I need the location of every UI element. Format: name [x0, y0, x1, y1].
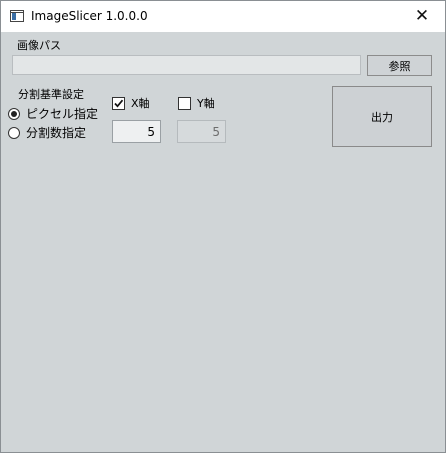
close-button[interactable]: ✕: [399, 1, 445, 32]
title-bar[interactable]: ImageSlicer 1.0.0.0 ✕: [1, 1, 445, 32]
browse-button[interactable]: 参照: [367, 55, 432, 76]
radio-count-label[interactable]: 分割数指定: [26, 126, 86, 140]
app-window-icon: [10, 10, 24, 22]
x-axis-label[interactable]: X軸: [131, 97, 150, 111]
y-axis-label[interactable]: Y軸: [197, 97, 215, 111]
browse-button-label: 参照: [388, 59, 411, 73]
radio-pixel-label[interactable]: ピクセル指定: [26, 107, 98, 121]
radio-pixel[interactable]: [8, 108, 20, 120]
window-title: ImageSlicer 1.0.0.0: [31, 9, 148, 23]
radio-count[interactable]: [8, 127, 20, 139]
output-button[interactable]: 出力: [332, 86, 432, 147]
split-basis-label: 分割基準設定: [18, 88, 84, 101]
y-axis-checkbox[interactable]: [178, 97, 191, 110]
output-button-label: 出力: [371, 110, 393, 124]
y-axis-value-input: [177, 120, 226, 143]
close-icon: ✕: [414, 6, 430, 26]
main-window: ImageSlicer 1.0.0.0 ✕ 画像パス 参照 分割基準設定 ピクセ…: [0, 0, 446, 453]
image-path-input[interactable]: [12, 55, 361, 75]
x-axis-value-input[interactable]: [112, 120, 161, 143]
image-path-label: 画像パス: [17, 39, 61, 52]
checkmark-icon: [114, 99, 124, 108]
x-axis-checkbox[interactable]: [112, 97, 125, 110]
